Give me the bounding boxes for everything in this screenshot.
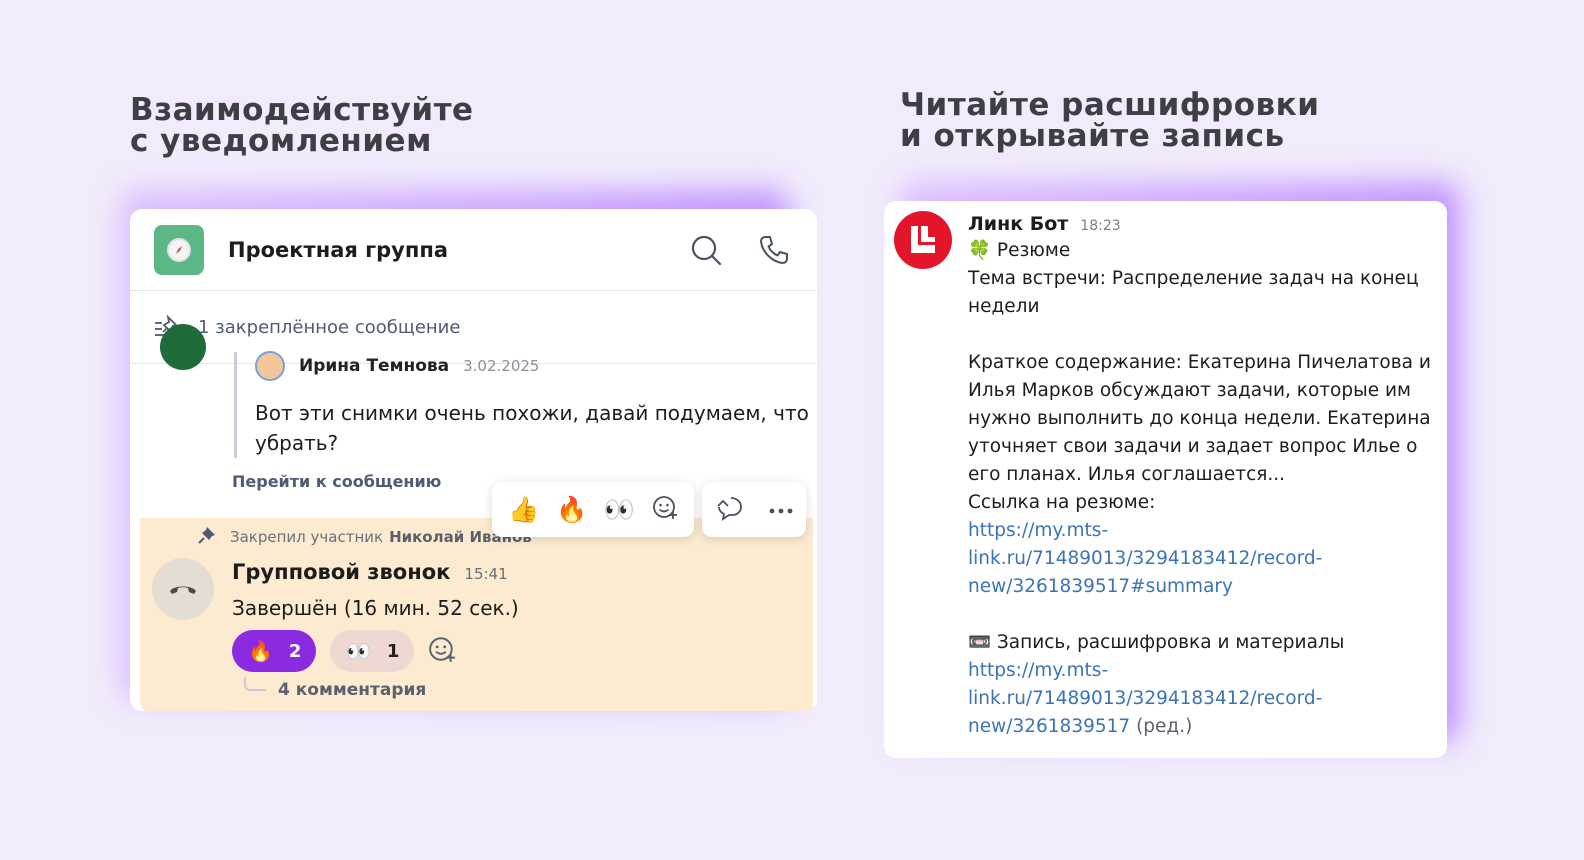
reaction-chip-eyes[interactable]: 👀 1	[330, 630, 414, 672]
bot-message-card: Линк Бот 18:23 🍀 Резюме Тема встречи: Ра…	[884, 201, 1447, 758]
chat-title: Проектная группа	[228, 237, 449, 262]
call-title: Групповой звонок	[232, 560, 451, 584]
thread-line	[244, 677, 266, 691]
phone-icon[interactable]	[757, 233, 791, 267]
more-options-icon[interactable]	[769, 500, 793, 519]
headline-line: Взаимодействуйте	[130, 92, 474, 128]
pinned-label: 1 закреплённое сообщение	[198, 316, 461, 338]
link-logo-icon	[911, 226, 935, 253]
quote-author: Ирина Темнова	[299, 356, 450, 376]
reply-thread-icon[interactable]	[715, 495, 743, 525]
headline-transcripts: Читайте расшифровки и открывайте запись	[900, 90, 1319, 152]
meeting-topic: Тема встречи: Распределение задач на кон…	[968, 268, 1419, 317]
record-title: 📼 Запись, расшифровка и материалы	[968, 632, 1345, 653]
reaction-chip-fire[interactable]: 🔥 2	[232, 630, 316, 672]
summary-link[interactable]: https://my.mts-link.ru/71489013/32941834…	[968, 517, 1438, 601]
pinned-by: Закрепил участник Николай Иванов	[198, 526, 532, 548]
bot-avatar[interactable]	[894, 211, 952, 269]
call-status: Завершён (16 мин. 52 сек.)	[232, 596, 519, 620]
bot-message-body: 🍀 Резюме Тема встречи: Распределение зад…	[968, 237, 1438, 741]
call-time: 15:41	[464, 565, 508, 583]
quoted-message[interactable]: Ирина Темнова 3.02.2025 Вот эти снимки о…	[234, 351, 809, 458]
reaction-emoji: 🔥	[248, 639, 273, 663]
reactions: 🔥 2 👀 1	[232, 630, 456, 672]
message-area: Ирина Темнова 3.02.2025 Вот эти снимки о…	[130, 324, 817, 711]
summary-text: Краткое содержание: Екатерина Пичелатова…	[968, 352, 1431, 485]
pin-icon	[198, 526, 216, 548]
reaction-eyes[interactable]: 👀	[604, 495, 635, 525]
quote-date: 3.02.2025	[463, 357, 540, 375]
goto-message-link[interactable]: Перейти к сообщению	[232, 472, 441, 491]
add-reaction-icon[interactable]	[652, 494, 678, 526]
reaction-emoji: 👀	[346, 639, 371, 663]
headline-interact: Взаимодействуйте с уведомлением	[130, 95, 474, 157]
pinned-call-message[interactable]: Закрепил участник Николай Иванов Группов…	[140, 518, 813, 711]
pinned-by-label: Закрепил участник	[230, 528, 384, 546]
avatar	[160, 324, 206, 370]
chat-header: Проектная группа	[130, 209, 817, 291]
reaction-fire[interactable]: 🔥	[556, 495, 587, 525]
avatar	[255, 351, 285, 381]
comments-link[interactable]: 4 комментария	[244, 677, 427, 700]
edited-mark: (ред.)	[1136, 716, 1193, 737]
chat-window: Проектная группа 1 закреплённое сообщени…	[130, 209, 817, 711]
add-reaction-icon[interactable]	[428, 635, 456, 667]
bot-time: 18:23	[1080, 218, 1121, 234]
comments-label: 4 комментария	[278, 680, 427, 700]
headline-line: Читайте расшифровки	[900, 87, 1320, 123]
headline-line: с уведомлением	[130, 123, 432, 159]
reaction-thumbs-up[interactable]: 👍	[508, 495, 539, 525]
reaction-count: 1	[386, 640, 400, 662]
summary-title: 🍀 Резюме	[968, 240, 1071, 261]
compass-icon	[167, 237, 191, 262]
message-actions	[702, 482, 806, 537]
reaction-count: 2	[288, 640, 302, 662]
search-icon[interactable]	[689, 233, 723, 267]
reaction-picker: 👍 🔥 👀	[492, 482, 694, 537]
group-avatar[interactable]	[154, 224, 204, 275]
call-end-icon	[152, 558, 214, 620]
summary-link-label: Ссылка на резюме:	[968, 492, 1156, 513]
headline-line: и открывайте запись	[900, 118, 1285, 154]
quote-text: Вот эти снимки очень похожи, давай подум…	[255, 401, 809, 455]
bot-name: Линк Бот	[968, 213, 1069, 235]
